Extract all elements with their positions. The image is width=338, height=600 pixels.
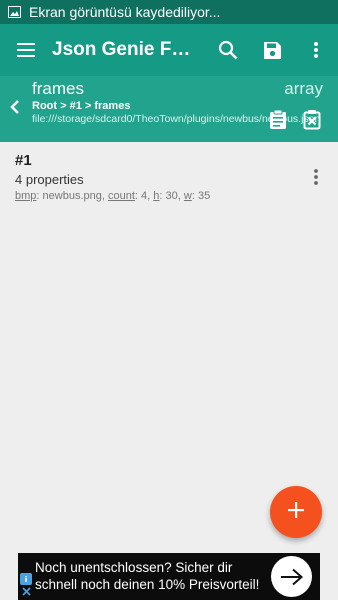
plus-icon: [287, 501, 305, 524]
ad-text[interactable]: Noch unentschlossen? Sicher dir schnell …: [35, 559, 265, 593]
clear-clipboard-icon[interactable]: [301, 107, 323, 131]
search-icon[interactable]: [206, 24, 250, 76]
chevron-left-icon[interactable]: [4, 96, 26, 118]
ad-banner[interactable]: Noch unentschlossen? Sicher dir schnell …: [18, 553, 320, 600]
status-text: Ekran görüntüsü kaydediliyor...: [29, 4, 221, 20]
save-icon[interactable]: [250, 24, 294, 76]
close-icon[interactable]: [21, 586, 31, 596]
breadcrumb[interactable]: Root > #1 > frames: [32, 100, 130, 112]
field-key: count: [107, 190, 135, 202]
list-item[interactable]: #1 4 properties bmp: newbus.png, count: …: [0, 148, 338, 208]
app-bar: Json Genie FRâ€¦: [0, 24, 338, 76]
field-value: 35: [197, 190, 211, 202]
clipboard-icon[interactable]: [267, 107, 289, 131]
item-label: #1: [15, 152, 32, 169]
add-button[interactable]: [270, 486, 322, 538]
file-path: file:///storage/sdcard0/TheoTown/plugins…: [32, 113, 321, 125]
app-title: Json Genie FRâ€¦: [52, 39, 200, 60]
status-bar: Ekran görüntüsü kaydediliyor...: [0, 0, 338, 24]
field-key: w: [183, 190, 192, 202]
path-bar: frames array Root > #1 > frames file:///…: [0, 76, 338, 142]
field-value: 4: [141, 190, 148, 202]
menu-icon[interactable]: [0, 24, 52, 76]
item-subtitle: 4 properties: [15, 172, 84, 187]
item-summary: bmp: newbus.png, count: 4, h: 30, w: 35: [15, 190, 211, 202]
item-more-icon[interactable]: [308, 166, 324, 188]
image-icon: [8, 6, 21, 18]
info-icon[interactable]: [20, 573, 32, 585]
field-value: 30: [165, 190, 178, 202]
field-value: newbus.png: [42, 190, 102, 202]
node-type: array: [284, 79, 323, 98]
field-key: h: [153, 190, 160, 202]
arrow-right-icon[interactable]: [271, 556, 312, 597]
more-vert-icon[interactable]: [294, 24, 338, 76]
field-key: bmp: [15, 190, 37, 202]
node-name: frames: [32, 79, 84, 98]
